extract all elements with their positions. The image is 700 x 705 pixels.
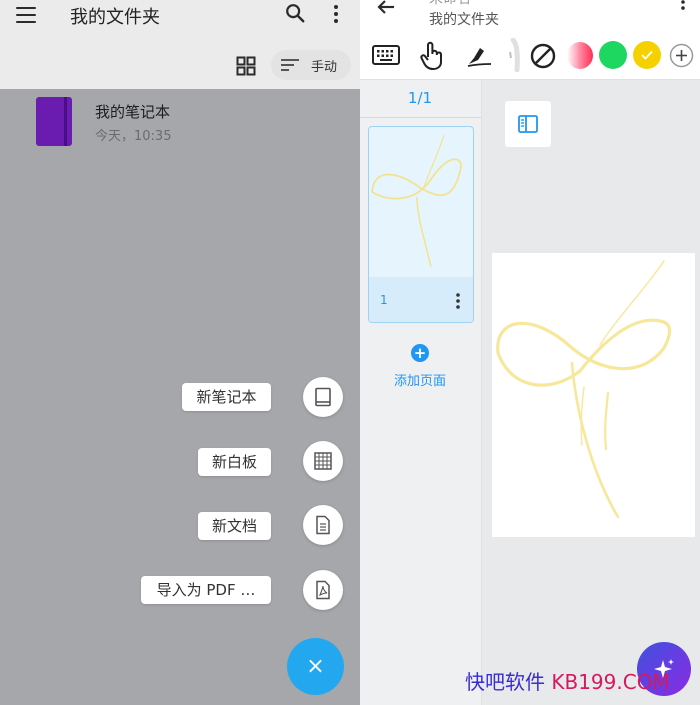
import-pdf-button[interactable] <box>303 570 343 610</box>
pdf-icon <box>316 580 330 600</box>
new-document-button[interactable] <box>303 505 343 545</box>
ink-drawing <box>496 260 672 519</box>
back-arrow-icon[interactable] <box>376 0 396 18</box>
new-notebook-label[interactable]: 新笔记本 <box>182 383 271 411</box>
sort-button[interactable]: 手动 <box>271 50 351 80</box>
editor-header: 未命名 我的文件夹 <box>360 0 700 30</box>
document-icon <box>316 515 330 535</box>
app-root: 我的文件夹 手动 我的笔记本 今天，10:35 新笔记本 新白板 新文档 导入为… <box>0 0 700 705</box>
more-vert-icon[interactable] <box>328 3 344 25</box>
more-vert-icon[interactable] <box>676 0 690 14</box>
add-page-button[interactable]: + 添加页面 <box>360 344 480 389</box>
divider <box>360 117 481 118</box>
new-whiteboard-button[interactable] <box>303 441 343 481</box>
notebook-title: 未命名 <box>429 0 471 8</box>
watermark-domain: KB199.COM <box>551 670 670 694</box>
thumbnail-drawing <box>371 134 462 268</box>
close-fab-button[interactable]: × <box>287 638 344 695</box>
sort-icon <box>281 59 299 71</box>
add-circle-icon: + <box>411 344 429 362</box>
app-bar: 我的文件夹 <box>0 0 360 30</box>
watermark: 快吧软件 KB199.COM <box>465 666 670 695</box>
drawing-toolbar <box>360 30 700 80</box>
drawing-canvas[interactable] <box>492 253 695 537</box>
sort-label: 手动 <box>311 60 338 75</box>
notebook-name: 我的笔记本 <box>95 103 171 121</box>
page-thumbnails-panel: 1/1 1 + 添加页面 <box>360 80 482 705</box>
notebook-date: 今天，10:35 <box>95 129 172 144</box>
eraser-icon[interactable] <box>530 43 556 69</box>
watermark-text: 快吧软件 <box>465 670 545 694</box>
color-swatch-green[interactable] <box>599 41 627 69</box>
add-color-icon[interactable] <box>669 43 694 68</box>
pen-tool-icon[interactable] <box>465 42 493 68</box>
new-document-label[interactable]: 新文档 <box>198 512 271 540</box>
notebook-cover-icon <box>36 97 72 146</box>
folder-header: 我的文件夹 手动 <box>0 0 360 89</box>
new-whiteboard-label[interactable]: 新白板 <box>198 448 271 476</box>
page-counter: 1/1 <box>407 89 433 107</box>
more-vert-icon[interactable] <box>455 292 461 310</box>
grid-view-icon[interactable] <box>236 56 256 76</box>
sidebar-icon <box>518 115 538 133</box>
thumbnail-page-number: 1 <box>380 293 388 307</box>
editor-screen: 未命名 我的文件夹 <box>360 0 700 705</box>
folder-screen: 我的文件夹 手动 我的笔记本 今天，10:35 新笔记本 新白板 新文档 导入为… <box>0 0 360 705</box>
keyboard-icon[interactable] <box>372 45 400 65</box>
notebook-icon <box>315 387 331 407</box>
check-icon <box>641 50 653 60</box>
notebook-list-item[interactable]: 我的笔记本 今天，10:35 <box>0 95 360 151</box>
new-notebook-button[interactable] <box>303 377 343 417</box>
page-thumbnail[interactable]: 1 <box>368 126 474 323</box>
color-swatch-pink[interactable] <box>567 42 593 69</box>
highlighter-icon[interactable] <box>505 38 521 72</box>
import-pdf-label[interactable]: 导入为 PDF … <box>141 576 271 604</box>
menu-icon[interactable] <box>16 7 36 23</box>
whiteboard-icon <box>314 452 332 470</box>
color-swatch-yellow[interactable] <box>633 41 661 69</box>
touch-icon[interactable] <box>419 41 445 71</box>
search-icon[interactable] <box>284 2 306 24</box>
page-title: 我的文件夹 <box>70 7 160 28</box>
folder-name: 我的文件夹 <box>429 12 499 28</box>
add-page-label: 添加页面 <box>393 374 446 389</box>
toggle-sidebar-button[interactable] <box>505 101 551 147</box>
